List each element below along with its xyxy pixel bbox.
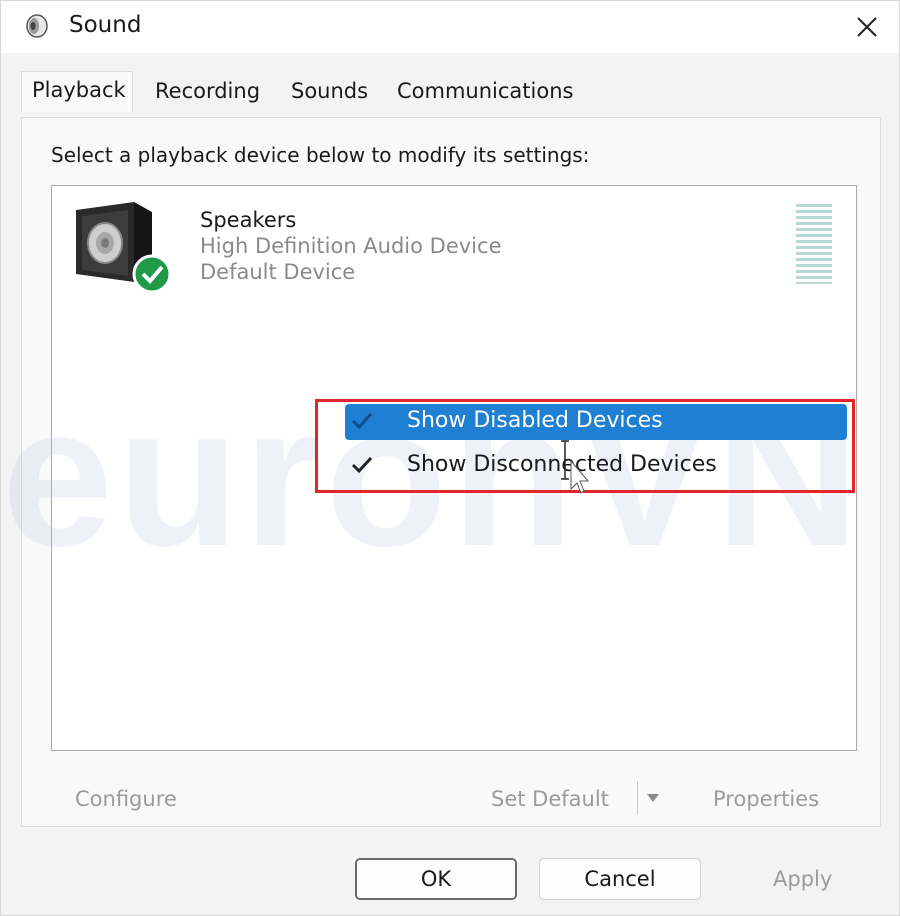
ok-button[interactable]: OK xyxy=(355,858,517,900)
check-badge-icon xyxy=(132,254,172,294)
instruction-text: Select a playback device below to modify… xyxy=(51,143,590,167)
close-button[interactable] xyxy=(841,7,893,47)
menu-item-label: Show Disconnected Devices xyxy=(407,452,717,477)
menu-item-show-disabled[interactable]: Show Disabled Devices xyxy=(345,404,847,440)
tab-communications[interactable]: Communications xyxy=(397,79,573,103)
properties-button[interactable]: Properties xyxy=(713,787,819,811)
set-default-dropdown[interactable] xyxy=(637,781,668,815)
tab-sounds[interactable]: Sounds xyxy=(291,79,368,103)
close-icon xyxy=(857,17,877,37)
sound-dialog: Sound Playback Recording Sounds Communic… xyxy=(0,0,900,916)
speaker-icon xyxy=(26,14,48,38)
chevron-down-icon xyxy=(647,794,659,802)
checkmark-icon xyxy=(351,456,373,474)
device-status: Default Device xyxy=(200,260,356,284)
device-description: High Definition Audio Device xyxy=(200,234,502,258)
tab-playback[interactable]: Playback xyxy=(21,71,133,112)
menu-item-label: Show Disabled Devices xyxy=(407,408,663,433)
tab-recording[interactable]: Recording xyxy=(155,79,260,103)
menu-item-show-disconnected[interactable]: Show Disconnected Devices xyxy=(345,448,847,484)
configure-button[interactable]: Configure xyxy=(75,787,177,811)
checkmark-icon xyxy=(351,412,373,430)
window-title: Sound xyxy=(69,12,142,38)
device-name: Speakers xyxy=(200,208,297,232)
speaker-device-icon xyxy=(76,202,172,294)
tab-strip: Playback Recording Sounds Communications xyxy=(21,71,881,119)
title-bar: Sound xyxy=(1,1,899,53)
context-menu: Show Disabled Devices Show Disconnected … xyxy=(331,396,856,492)
volume-level-meter xyxy=(796,204,832,284)
cancel-button[interactable]: Cancel xyxy=(539,858,701,900)
set-default-button[interactable]: Set Default xyxy=(491,787,609,811)
apply-button[interactable]: Apply xyxy=(773,867,832,891)
